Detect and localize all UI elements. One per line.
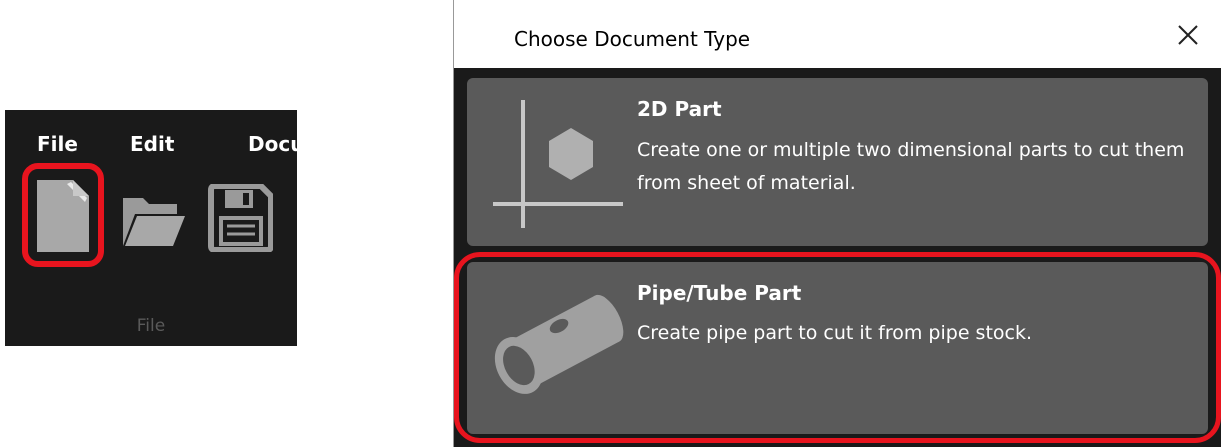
option-title: 2D Part [637, 97, 722, 121]
hexagon-part-icon [493, 100, 623, 228]
option-2d-part[interactable]: 2D Part Create one or multiple two dimen… [467, 78, 1208, 246]
dialog-titlebar: Choose Document Type [454, 0, 1221, 68]
new-document-highlight [22, 163, 104, 267]
option-description: Create one or multiple two dimensional p… [637, 139, 1185, 194]
menu-file[interactable]: File [37, 132, 78, 156]
open-button[interactable] [121, 190, 187, 252]
floppy-disk-icon [208, 183, 274, 253]
pipe-option-highlight [454, 252, 1221, 443]
close-icon[interactable] [1173, 20, 1203, 50]
folder-open-icon [123, 198, 185, 246]
save-button[interactable] [207, 183, 274, 256]
menu-bar: File Edit Docu [5, 132, 297, 162]
ribbon-panel: File Edit Docu File [5, 110, 297, 346]
menu-edit[interactable]: Edit [130, 132, 174, 156]
menu-document[interactable]: Docu [248, 132, 297, 156]
group-label-file: File [136, 316, 166, 336]
dialog-title: Choose Document Type [514, 27, 751, 51]
